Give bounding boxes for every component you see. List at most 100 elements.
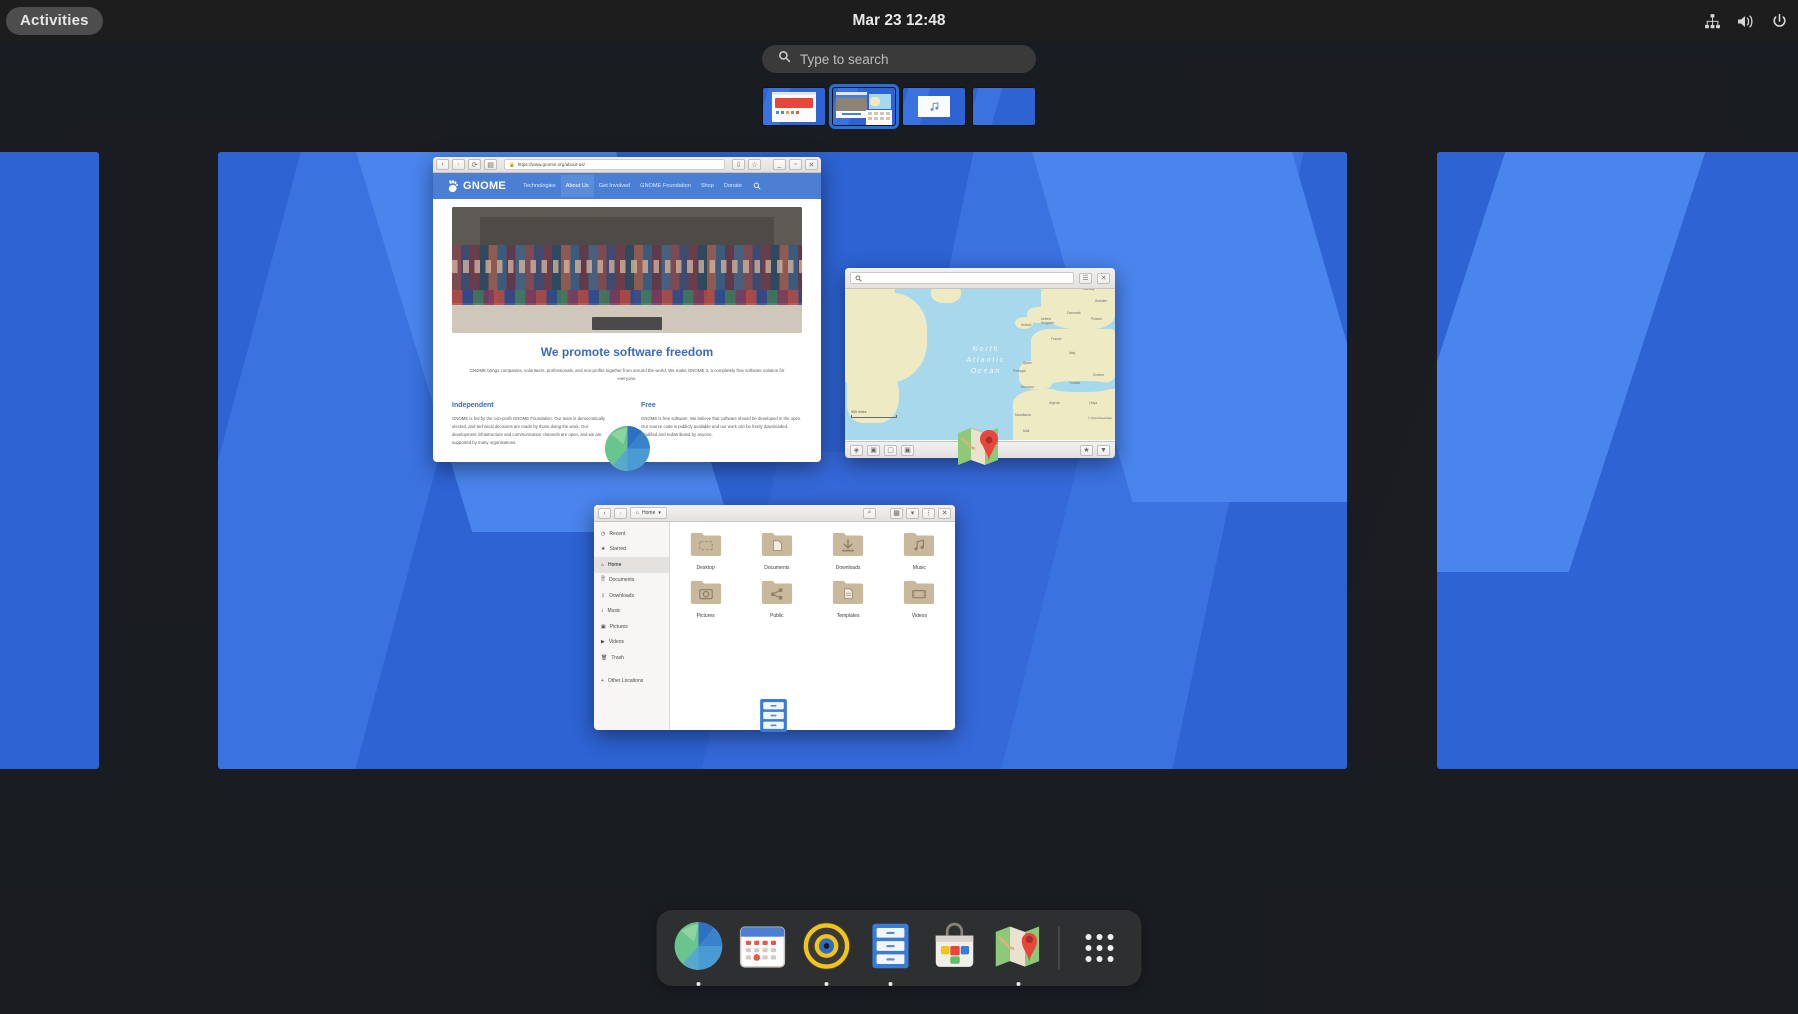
site-nav-shop[interactable]: Shop (696, 175, 719, 197)
files-sidebar[interactable]: ◷ Recent ★ Starred ⌂ Home 🗎 Documents ⇩ (594, 522, 670, 730)
download-icon: ⇩ (601, 593, 605, 599)
zoom-icon[interactable]: ▣ (901, 445, 914, 456)
layers-icon[interactable]: ◈ (850, 445, 863, 456)
sidebar-item-documents[interactable]: 🗎 Documents (594, 573, 669, 589)
maps-search-input[interactable] (850, 272, 1074, 284)
clock-label[interactable]: Mar 23 12:48 (852, 12, 945, 30)
volume-icon[interactable] (1737, 13, 1755, 30)
sidebar-item-pictures[interactable]: ▣ Pictures (594, 619, 669, 635)
favorite-icon[interactable]: ★ (1080, 445, 1093, 456)
folder-item[interactable]: Videos (884, 578, 955, 619)
software-bag-icon (930, 921, 980, 976)
close-icon[interactable]: ✕ (938, 508, 951, 519)
status-area[interactable] (1704, 0, 1788, 42)
gnome-shell-overview: Activities Mar 23 12:48 (0, 0, 1798, 1014)
sidebar-item-downloads[interactable]: ⇩ Downloads (594, 588, 669, 604)
sidebar-item-other-locations[interactable]: + Other Locations (594, 674, 669, 690)
back-icon[interactable]: ‹ (598, 508, 611, 519)
pin-icon[interactable]: ▣ (867, 445, 880, 456)
search-icon[interactable]: ⌕ (863, 508, 876, 519)
place-label: Algeria (1049, 401, 1060, 405)
folder-item[interactable]: Templates (813, 578, 884, 619)
reload-icon[interactable]: ⟳ (468, 159, 481, 170)
place-label: Tunisia (1069, 381, 1080, 385)
search-input[interactable]: Type to search (762, 45, 1036, 73)
globe-icon (673, 920, 725, 977)
gnome-logo[interactable]: GNOME (447, 180, 506, 193)
workspace-thumbnail-4[interactable] (973, 88, 1035, 125)
sort-icon[interactable]: ▾ (906, 508, 919, 519)
network-wired-icon[interactable] (1704, 13, 1721, 30)
clock-icon: ◷ (601, 531, 605, 537)
workspace-thumbnail-3[interactable] (903, 88, 965, 125)
window-web-browser[interactable]: ‹ › ⟳ ▤ 🔒 https://www.gnome.org/about-us… (433, 157, 821, 462)
trash-icon: 🗑 (601, 655, 607, 661)
minimize-icon[interactable]: _ (773, 159, 786, 170)
workspace-preview-right[interactable] (1437, 152, 1798, 769)
page-heading: We promote software freedom (433, 345, 821, 359)
plus-icon: + (601, 678, 604, 684)
folder-documents-icon (761, 530, 793, 562)
activities-button[interactable]: Activities (6, 7, 103, 35)
column-body: GNOME is led by the non-profit GNOME Fou… (452, 415, 613, 447)
path-bar-home[interactable]: ⌂ Home ▾ (630, 507, 667, 519)
site-search-icon[interactable] (753, 177, 761, 195)
sidebar-item-home[interactable]: ⌂ Home (594, 557, 669, 573)
dock-item-rhythmbox[interactable] (799, 920, 855, 976)
files-content[interactable]: Desktop Documents (670, 522, 955, 730)
folder-downloads-icon (832, 530, 864, 562)
workspace-thumbnail-2[interactable] (833, 88, 895, 125)
place-label: Norway (1083, 289, 1095, 291)
maps-titlebar[interactable]: ☰ ✕ (845, 268, 1115, 289)
files-titlebar[interactable]: ‹ › ⌂ Home ▾ ⌕ ▦ ▾ ⋮ ✕ (594, 505, 955, 522)
menu-icon[interactable]: ⋮ (922, 508, 935, 519)
back-icon[interactable]: ‹ (436, 159, 449, 170)
folder-item[interactable]: Public (741, 578, 812, 619)
sidebar-item-starred[interactable]: ★ Starred (594, 542, 669, 558)
dock-item-web-browser[interactable] (671, 920, 727, 976)
filter-icon[interactable]: ▼ (1097, 445, 1110, 456)
maximize-icon[interactable]: ▫ (789, 159, 802, 170)
site-nav-about-us[interactable]: About Us (561, 175, 594, 197)
close-icon[interactable]: ✕ (1097, 273, 1110, 284)
route-icon[interactable]: ▢ (884, 445, 897, 456)
workspace-switcher (0, 88, 1798, 125)
grid-view-icon[interactable]: ▦ (890, 508, 903, 519)
sidebar-item-videos[interactable]: ▶ Videos (594, 635, 669, 651)
site-nav-technologies[interactable]: Technologies (518, 175, 561, 197)
window-icon-web-browser (603, 424, 652, 473)
power-icon[interactable] (1771, 13, 1788, 30)
folder-item[interactable]: Desktop (670, 530, 741, 571)
calendar-icon (738, 921, 788, 976)
show-applications-button[interactable] (1072, 920, 1128, 976)
downloads-icon[interactable]: ⇩ (732, 159, 745, 170)
folder-item[interactable]: Downloads (813, 530, 884, 571)
dock-item-files[interactable] (863, 920, 919, 976)
dock-item-maps[interactable] (991, 920, 1047, 976)
folder-item[interactable]: Documents (741, 530, 812, 571)
workspace-thumbnail-1[interactable] (763, 88, 825, 125)
workspace-preview-left[interactable] (0, 152, 99, 769)
map-canvas[interactable]: NorthAtlanticOcean Norway Sweden Denmark… (845, 289, 1115, 440)
folder-videos-icon (903, 578, 935, 610)
close-icon[interactable]: ✕ (805, 159, 818, 170)
hamburger-menu-icon[interactable]: ☰ (1079, 273, 1092, 284)
sidebar-item-music[interactable]: ♪ Music (594, 604, 669, 620)
site-navbar[interactable]: GNOME Technologies About Us Get Involved… (433, 173, 821, 199)
url-bar[interactable]: 🔒 https://www.gnome.org/about-us/ (504, 159, 725, 170)
dock-item-calendar[interactable] (735, 920, 791, 976)
folder-item[interactable]: Music (884, 530, 955, 571)
sidebar-item-trash[interactable]: 🗑 Trash (594, 650, 669, 666)
sidebar-item-recent[interactable]: ◷ Recent (594, 526, 669, 542)
bookmark-icon[interactable]: ☆ (748, 159, 761, 170)
forward-icon[interactable]: › (614, 508, 627, 519)
forward-icon[interactable]: › (452, 159, 465, 170)
site-nav-gnome-foundation[interactable]: GNOME Foundation (635, 175, 696, 197)
reader-icon[interactable]: ▤ (484, 159, 497, 170)
browser-titlebar[interactable]: ‹ › ⟳ ▤ 🔒 https://www.gnome.org/about-us… (433, 157, 821, 173)
dock-item-software[interactable] (927, 920, 983, 976)
running-indicator (1017, 982, 1021, 986)
site-nav-get-involved[interactable]: Get Involved (594, 175, 635, 197)
site-nav-donate[interactable]: Donate (719, 175, 747, 197)
folder-item[interactable]: Pictures (670, 578, 741, 619)
